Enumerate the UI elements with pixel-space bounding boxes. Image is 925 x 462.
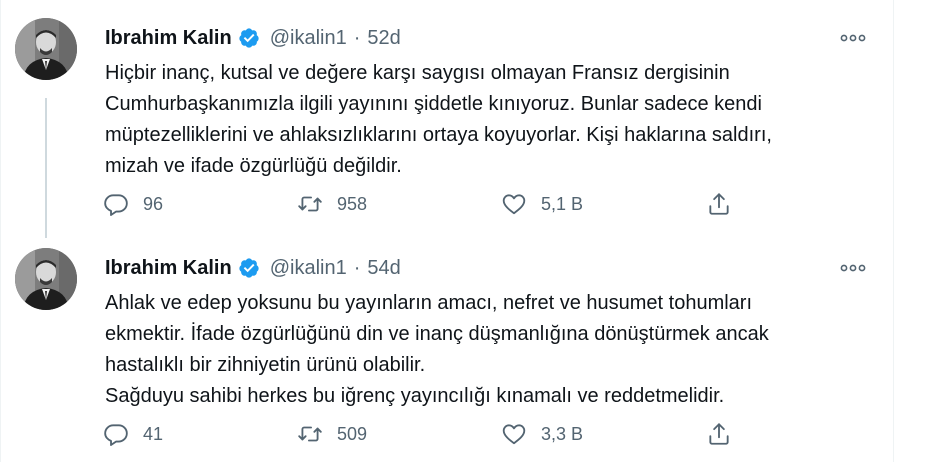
- retweet-icon: [297, 421, 323, 447]
- tweet-text: Hiçbir inanç, kutsal ve değere karşı say…: [105, 58, 845, 182]
- author-name[interactable]: Ibrahim Kalin: [105, 257, 232, 280]
- reply-count: 96: [143, 193, 164, 214]
- share-icon: [706, 191, 732, 217]
- verified-badge-icon: [238, 27, 260, 49]
- tweet-text-line: hastalıklı bir zihniyetin ürünü olabilir…: [105, 354, 426, 376]
- tweet-actions: 41 509 3,3 B: [103, 418, 763, 450]
- avatar[interactable]: [15, 248, 77, 310]
- like-icon: [501, 191, 527, 217]
- tweet[interactable]: Ibrahim Kalin @ikalin1 · 52d Hiçbir inan…: [0, 10, 893, 232]
- tweet[interactable]: Ibrahim Kalin @ikalin1 · 54d Ahlak ve ed…: [0, 240, 893, 462]
- retweet-button[interactable]: 509: [297, 418, 367, 450]
- retweet-count: 958: [337, 193, 368, 214]
- more-options-icon[interactable]: [838, 256, 868, 280]
- like-button[interactable]: 3,3 B: [501, 418, 583, 450]
- tweet-text-line: Cumhurbaşkanımızla ilgili yayınını şidde…: [105, 93, 762, 115]
- avatar[interactable]: [15, 18, 77, 80]
- tweet-text-line: Hiçbir inanç, kutsal ve değere karşı say…: [105, 62, 730, 84]
- tweet-header: Ibrahim Kalin @ikalin1 · 54d: [105, 254, 401, 282]
- tweet-text-line: Sağduyu sahibi herkes bu iğrenç yayıncıl…: [105, 385, 725, 407]
- share-button[interactable]: [706, 418, 732, 450]
- more-options-icon[interactable]: [838, 26, 868, 50]
- author-name[interactable]: Ibrahim Kalin: [105, 27, 232, 50]
- tweet-text: Ahlak ve edep yoksunu bu yayınların amac…: [105, 288, 845, 412]
- retweet-count: 509: [337, 423, 368, 444]
- like-icon: [501, 421, 527, 447]
- reply-count: 41: [143, 423, 164, 444]
- tweet-text-line: Ahlak ve edep yoksunu bu yayınların amac…: [105, 292, 753, 314]
- tweet-text-line: ekmektir. İfade özgürlüğünü din ve inanç…: [105, 323, 769, 345]
- tweet-timestamp[interactable]: 54d: [367, 257, 400, 280]
- verified-badge-icon: [238, 257, 260, 279]
- reply-icon: [103, 191, 129, 217]
- tweet-text-line: müptezelliklerini ve ahlaksızlıklarını o…: [105, 124, 772, 146]
- tweet-timestamp[interactable]: 52d: [367, 27, 400, 50]
- retweet-button[interactable]: 958: [297, 188, 367, 220]
- reply-button[interactable]: 41: [103, 418, 163, 450]
- tweet-actions: 96 958 5,1 B: [103, 188, 763, 220]
- reply-button[interactable]: 96: [103, 188, 163, 220]
- author-handle[interactable]: @ikalin1: [270, 257, 347, 280]
- like-count: 5,1 B: [541, 193, 584, 214]
- reply-icon: [103, 421, 129, 447]
- tweet-header: Ibrahim Kalin @ikalin1 · 52d: [105, 24, 401, 52]
- share-button[interactable]: [706, 188, 732, 220]
- retweet-icon: [297, 191, 323, 217]
- tweet-text-line: mizah ve ifade özgürlüğü değildir.: [105, 155, 402, 177]
- like-button[interactable]: 5,1 B: [501, 188, 583, 220]
- separator-dot: ·: [353, 26, 361, 49]
- share-icon: [706, 421, 732, 447]
- author-handle[interactable]: @ikalin1: [270, 27, 347, 50]
- column-border-right: [893, 0, 894, 462]
- like-count: 3,3 B: [541, 423, 584, 444]
- separator-dot: ·: [353, 256, 361, 279]
